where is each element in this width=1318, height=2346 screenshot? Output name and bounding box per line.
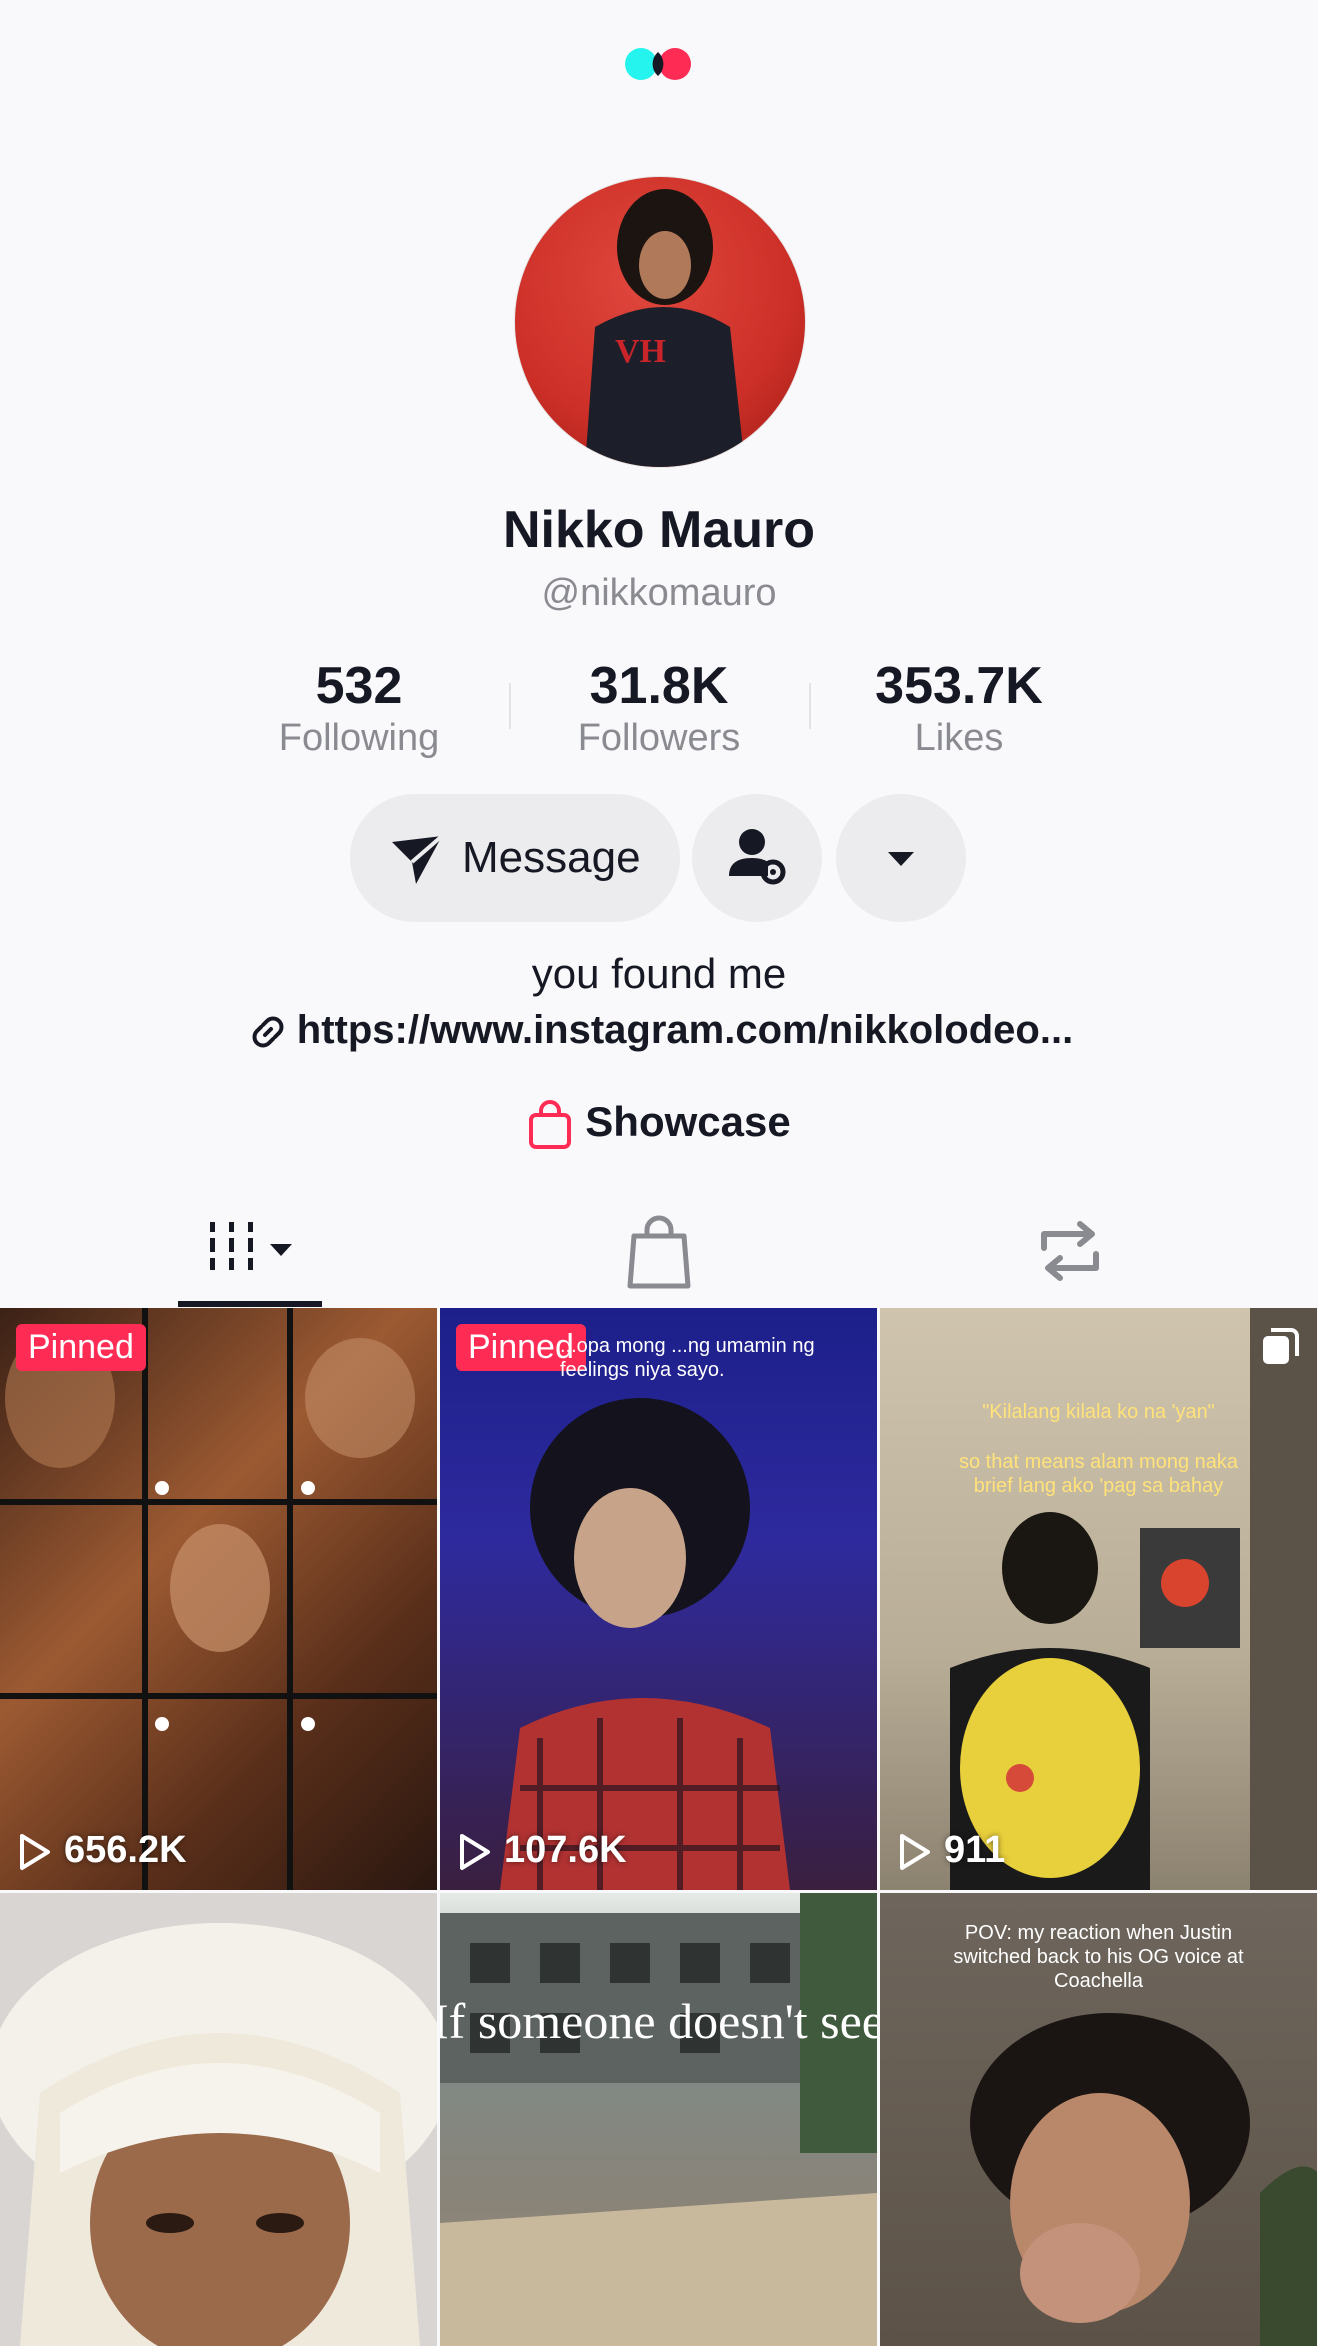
message-button[interactable]: Message xyxy=(350,794,680,922)
grid-icon xyxy=(210,1222,292,1270)
svg-text:VH: VH xyxy=(615,333,666,370)
tab-reposts[interactable] xyxy=(1020,1208,1120,1308)
video-thumbnail[interactable]: Pinned 656.2K xyxy=(0,1308,437,1890)
stat-label: Followers xyxy=(577,717,741,759)
showcase-link[interactable]: Showcase xyxy=(0,1098,1318,1151)
message-label: Message xyxy=(462,833,641,882)
user-settings-icon xyxy=(729,829,786,885)
video-caption: so that means alam mong naka brief lang … xyxy=(958,1451,1239,1497)
profile-handle: @nikkomauro xyxy=(541,572,777,614)
thumbnail-image xyxy=(0,1923,437,2346)
thumbnail-image xyxy=(950,1308,1317,1890)
thumbnail-image: If someone doesn't see xyxy=(440,1893,877,2346)
view-count-value: 656.2K xyxy=(64,1829,187,1871)
stat-value: 353.7K xyxy=(875,657,1043,715)
app-logo-icon xyxy=(625,48,691,80)
profile-name: Nikko Mauro xyxy=(502,501,816,559)
stat-followers[interactable]: 31.8K Followers xyxy=(509,655,809,759)
tab-shop[interactable] xyxy=(616,1208,702,1308)
view-count-value: 911 xyxy=(944,1829,1006,1871)
multi-photo-icon xyxy=(1263,1328,1299,1364)
thumbnail-image xyxy=(500,1398,790,1890)
active-tab-indicator xyxy=(178,1301,322,1307)
stat-value: 31.8K xyxy=(589,657,729,715)
stat-label: Following xyxy=(278,717,440,759)
shopping-bag-icon xyxy=(529,1099,572,1149)
profile-link[interactable]: https://www.instagram.com/nikkolodeo... xyxy=(0,1008,1318,1055)
play-icon xyxy=(460,1833,490,1870)
stat-label: Likes xyxy=(914,717,1004,759)
video-thumbnail[interactable] xyxy=(0,1893,437,2346)
video-caption: ...opa mong ...ng umamin ng feelings niy… xyxy=(560,1335,815,1381)
more-dropdown-button[interactable] xyxy=(836,794,966,922)
video-thumbnail[interactable]: POV: my reaction when Justin switched ba… xyxy=(880,1893,1317,2346)
repost-icon xyxy=(1041,1221,1099,1281)
thumbnail-image xyxy=(0,1308,437,1890)
stat-value: 532 xyxy=(315,657,403,715)
link-icon xyxy=(252,1016,284,1048)
play-icon xyxy=(20,1833,50,1870)
stat-following[interactable]: 532 Following xyxy=(209,655,509,759)
view-count-value: 107.6K xyxy=(504,1829,627,1871)
video-caption: If someone doesn't see xyxy=(440,1993,877,2049)
friend-settings-button[interactable] xyxy=(692,794,822,922)
showcase-label: Showcase xyxy=(585,1098,791,1145)
video-caption: POV: my reaction when Justin switched ba… xyxy=(953,1922,1244,1992)
pinned-badge: Pinned xyxy=(16,1324,146,1371)
view-count: 107.6K xyxy=(456,1829,627,1872)
profile-bio: you found me xyxy=(531,950,787,997)
avatar[interactable]: VH xyxy=(514,176,806,468)
caret-down-icon xyxy=(888,852,914,866)
view-count: 911 xyxy=(896,1829,1005,1872)
play-icon xyxy=(900,1833,930,1870)
video-caption: "Kilalang kilala ko na 'yan" xyxy=(982,1401,1215,1423)
view-count: 656.2K xyxy=(16,1829,187,1872)
stats-row: 532 Following 31.8K Followers 353.7K Lik… xyxy=(209,655,1109,765)
shopping-bag-icon xyxy=(627,1215,691,1289)
send-icon xyxy=(392,834,444,884)
video-thumbnail[interactable]: If someone doesn't see xyxy=(440,1893,877,2346)
link-text: https://www.instagram.com/nikkolodeo... xyxy=(296,1008,1074,1052)
video-thumbnail[interactable]: "Kilalang kilala ko na 'yan" so that mea… xyxy=(880,1308,1317,1890)
video-thumbnail[interactable]: Pinned ...opa mong ...ng umamin ng feeli… xyxy=(440,1308,877,1890)
stat-likes[interactable]: 353.7K Likes xyxy=(809,655,1109,759)
tab-videos[interactable] xyxy=(178,1208,322,1308)
